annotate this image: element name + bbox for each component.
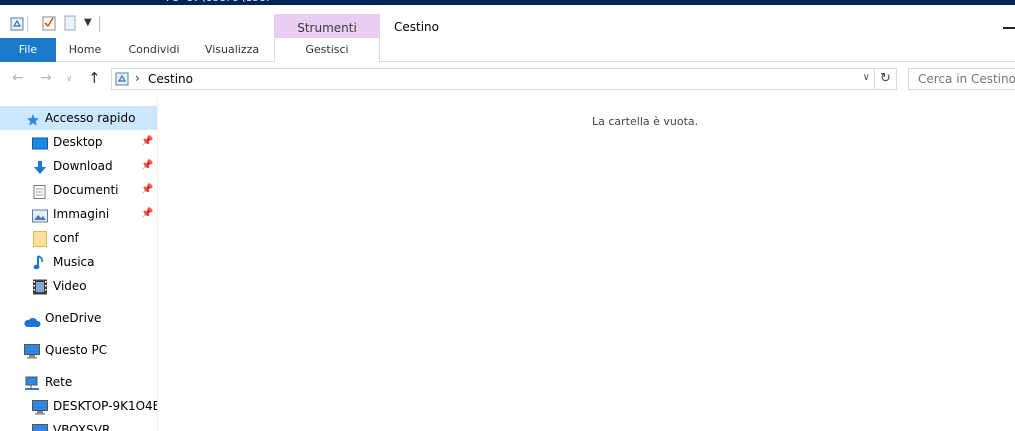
sidebar-item-network[interactable]: Rete [0,370,157,394]
sidebar-item-quick-access[interactable]: Accesso rapido [0,106,157,130]
refresh-button[interactable]: ↻ [875,68,897,90]
network-icon [24,375,40,390]
sidebar-item-label: Documenti [53,183,119,197]
tab-share[interactable]: Condividi [120,38,188,62]
sidebar-item-label: VBOXSVR [53,423,111,431]
title-bar: ▼ Strumenti Cestino Cestino [0,5,1015,64]
address-dropdown-icon[interactable]: ∨ [863,72,870,83]
documents-icon [33,183,49,199]
computer-icon [32,399,48,415]
properties-icon[interactable] [42,15,56,34]
sidebar-item-label: Questo PC [45,343,108,357]
customize-qat-icon[interactable]: ▼ [84,17,92,28]
download-icon [32,159,48,174]
qat-end-divider [99,16,100,32]
star-icon [26,111,42,126]
sidebar-item-this-pc[interactable]: Questo PC [0,338,157,362]
forward-arrow-icon[interactable]: → [40,70,52,86]
empty-folder-message: La cartella è vuota. [592,115,699,128]
recent-locations-chevron-icon[interactable]: ∨ [66,74,73,84]
sidebar-item-documents[interactable]: Documenti 📌 [0,178,157,202]
search-input[interactable] [908,68,1015,90]
sidebar-item-onedrive[interactable]: OneDrive [0,306,157,330]
sidebar-item-download[interactable]: Download 📌 [0,154,157,178]
sidebar-item-label: Download [53,159,113,173]
pin-icon[interactable]: 📌 [141,178,153,202]
sidebar-item-label: Accesso rapido [45,111,136,125]
sidebar-item-label: Musica [53,255,95,269]
qat-divider [27,16,28,32]
sidebar-item-label: OneDrive [45,311,102,325]
sidebar-item-desktop[interactable]: Desktop 📌 [0,130,157,154]
tab-file[interactable]: File [0,38,56,62]
address-bar[interactable]: › Cestino ∨ [111,68,875,90]
music-icon [33,255,49,270]
breadcrumb-separator-icon[interactable]: › [135,71,140,85]
sidebar-item-conf[interactable]: conf [0,226,157,250]
tab-manage[interactable]: Gestisci [274,38,380,62]
sidebar-item-label: Immagini [53,207,110,221]
sidebar-item-pictures[interactable]: Immagini 📌 [0,202,157,226]
file-list-pane[interactable]: La cartella è vuota. [159,98,1015,431]
sidebar-item-label: Rete [45,375,73,389]
minimize-button[interactable] [1003,27,1015,29]
recycle-bin-location-icon [115,72,129,89]
recycle-bin-icon[interactable] [10,17,24,34]
desktop-icon [32,135,48,150]
back-arrow-icon[interactable]: ← [12,70,24,86]
tab-home[interactable]: Home [63,38,107,62]
address-row: ← → ∨ ↑ › Cestino ∨ ↻ [0,62,1015,98]
up-arrow-icon[interactable]: ↑ [88,69,101,87]
window-title: Cestino [394,20,439,34]
sidebar-item-label: conf [53,231,79,245]
folder-icon [33,231,49,247]
navigation-pane: Accesso rapido Desktop 📌 Download 📌 Docu… [0,98,158,431]
sidebar-item-music[interactable]: Musica [0,250,157,274]
sidebar-item-video[interactable]: Video [0,274,157,298]
refresh-icon: ↻ [880,71,891,86]
video-icon [32,279,48,295]
computer-icon [32,423,48,431]
pictures-icon [32,207,48,223]
pin-icon[interactable]: 📌 [141,154,153,178]
pin-icon[interactable]: 📌 [141,202,153,226]
cloud-icon [23,312,41,327]
ribbon-tabs: File Home Condividi Visualizza Gestisci [0,38,1015,62]
sidebar-item-vboxsvr[interactable]: VBOXSVR [0,418,157,431]
new-folder-icon[interactable] [64,15,76,34]
breadcrumb[interactable]: Cestino [148,72,193,86]
computer-icon [24,343,40,359]
sidebar-item-label: Desktop [53,135,103,149]
pin-icon[interactable]: 📌 [141,130,153,154]
tab-view[interactable]: Visualizza [199,38,265,62]
sidebar-item-label: DESKTOP-9K1O4BT [53,399,158,413]
background-console-text: PS C:\Users\user> Clear-RecycleBin [166,0,279,4]
sidebar-item-label: Video [53,279,87,293]
sidebar-item-desktop-9k1o4bt[interactable]: DESKTOP-9K1O4BT [0,394,157,418]
